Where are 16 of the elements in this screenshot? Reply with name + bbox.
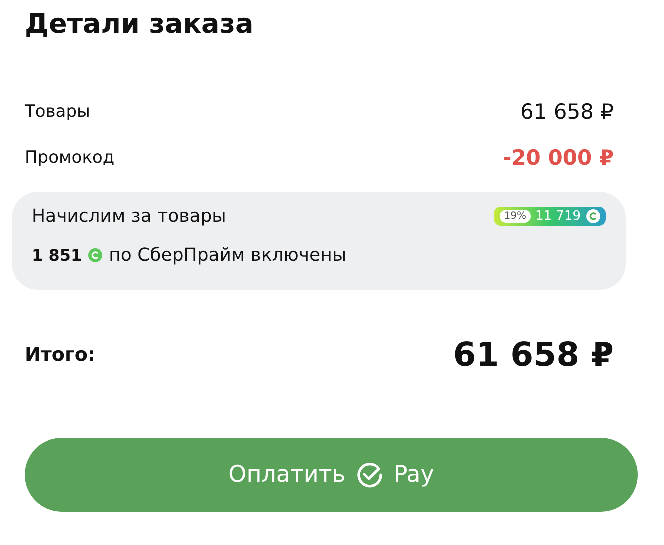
bonus-title: Начислим за товары (32, 206, 226, 227)
prime-amount: 1 851 (32, 246, 82, 265)
pay-button[interactable]: Оплатить Pay (25, 438, 638, 512)
percent-label: 19% (500, 210, 530, 223)
page-title: Детали заказа (25, 8, 255, 42)
summary-label: Товары (25, 102, 90, 122)
coin-icon (586, 209, 601, 224)
bonus-amount: 11 719 (536, 209, 581, 224)
summary-value: -20 000 ₽ (502, 146, 614, 170)
summary-label: Промокод (25, 148, 115, 168)
coin-icon (88, 248, 104, 263)
check-circle-icon (356, 461, 384, 489)
total-value: 61 658 ₽ (453, 335, 614, 374)
total-label: Итого: (25, 344, 96, 366)
summary-value: 61 658 ₽ (520, 100, 614, 124)
prime-text: по СберПрайм включены (109, 245, 347, 266)
